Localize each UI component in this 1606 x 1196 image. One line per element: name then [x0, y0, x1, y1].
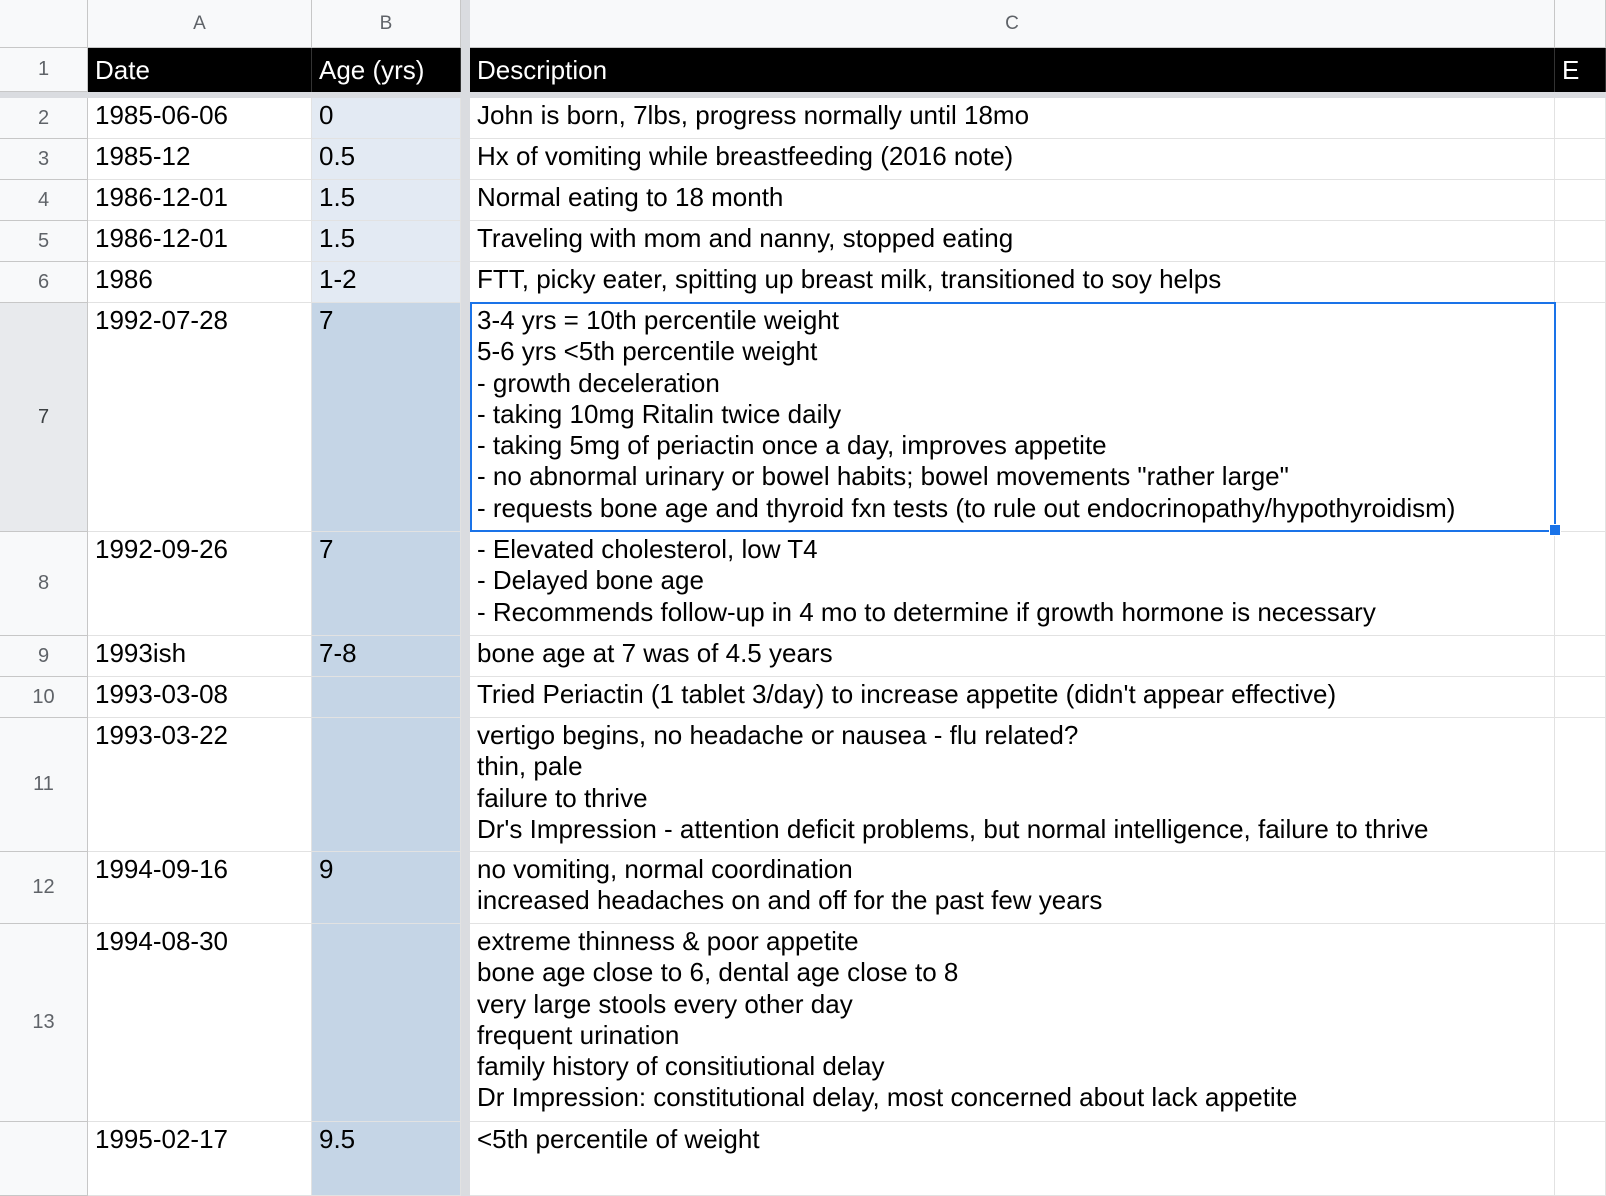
next-column-cell[interactable] [1555, 1122, 1606, 1196]
age-cell[interactable]: 1-2 [312, 262, 461, 303]
age-cell[interactable]: 7-8 [312, 636, 461, 677]
row-header[interactable]: 8 [0, 532, 88, 636]
row-header[interactable]: 5 [0, 221, 88, 262]
header-age[interactable]: Age (yrs) [312, 48, 461, 92]
column-header-c[interactable]: C [470, 0, 1555, 48]
next-column-cell[interactable] [1555, 852, 1606, 924]
row-header[interactable]: 9 [0, 636, 88, 677]
age-cell[interactable]: 9 [312, 852, 461, 924]
next-column-cell[interactable] [1555, 139, 1606, 180]
age-cell[interactable] [312, 924, 461, 1122]
date-cell[interactable]: 1992-09-26 [88, 532, 312, 636]
next-column-cell[interactable] [1555, 262, 1606, 303]
row-header[interactable]: 11 [0, 718, 88, 852]
description-cell[interactable]: FTT, picky eater, spitting up breast mil… [470, 262, 1555, 303]
next-column-cell[interactable] [1555, 677, 1606, 718]
description-cell[interactable]: Traveling with mom and nanny, stopped ea… [470, 221, 1555, 262]
header-next-column[interactable]: E [1555, 48, 1606, 92]
description-cell[interactable]: bone age at 7 was of 4.5 years [470, 636, 1555, 677]
description-cell[interactable]: Hx of vomiting while breastfeeding (2016… [470, 139, 1555, 180]
next-column-cell[interactable] [1555, 718, 1606, 852]
age-cell[interactable] [312, 677, 461, 718]
date-cell[interactable]: 1995-02-17 [88, 1122, 312, 1196]
date-cell[interactable]: 1994-08-30 [88, 924, 312, 1122]
date-cell[interactable]: 1993-03-22 [88, 718, 312, 852]
row-header[interactable]: 6 [0, 262, 88, 303]
row-header[interactable]: 13 [0, 924, 88, 1122]
description-cell[interactable]: extreme thinness & poor appetite bone ag… [470, 924, 1555, 1122]
row-header[interactable]: 7 [0, 303, 88, 532]
description-cell[interactable]: <5th percentile of weight [470, 1122, 1555, 1196]
spreadsheet-grid[interactable]: A B C 1 Date Age (yrs) Description E 2 19… [0, 0, 1606, 1196]
age-cell[interactable]: 0.5 [312, 139, 461, 180]
frozen-column-divider[interactable] [461, 0, 470, 1196]
age-cell[interactable]: 0 [312, 98, 461, 139]
age-cell[interactable]: 9.5 [312, 1122, 461, 1196]
select-all-corner[interactable] [0, 0, 88, 48]
date-cell[interactable]: 1992-07-28 [88, 303, 312, 532]
row-header-1[interactable]: 1 [0, 48, 88, 92]
age-cell[interactable] [312, 718, 461, 852]
age-cell[interactable]: 7 [312, 303, 461, 532]
date-cell[interactable]: 1994-09-16 [88, 852, 312, 924]
description-cell[interactable]: Tried Periactin (1 tablet 3/day) to incr… [470, 677, 1555, 718]
next-column-cell[interactable] [1555, 636, 1606, 677]
row-header[interactable]: 2 [0, 98, 88, 139]
row-header[interactable] [0, 1122, 88, 1196]
row-header[interactable]: 10 [0, 677, 88, 718]
description-cell[interactable]: - Elevated cholesterol, low T4 - Delayed… [470, 532, 1555, 636]
date-cell[interactable]: 1985-06-06 [88, 98, 312, 139]
row-header[interactable]: 3 [0, 139, 88, 180]
description-cell[interactable]: no vomiting, normal coordination increas… [470, 852, 1555, 924]
description-cell[interactable]: 3-4 yrs = 10th percentile weight 5-6 yrs… [470, 303, 1555, 532]
next-column-cell[interactable] [1555, 532, 1606, 636]
description-cell[interactable]: Normal eating to 18 month [470, 180, 1555, 221]
row-header[interactable]: 12 [0, 852, 88, 924]
date-cell[interactable]: 1993ish [88, 636, 312, 677]
age-cell[interactable]: 1.5 [312, 180, 461, 221]
description-cell[interactable]: John is born, 7lbs, progress normally un… [470, 98, 1555, 139]
header-description[interactable]: Description [470, 48, 1555, 92]
next-column-cell[interactable] [1555, 98, 1606, 139]
description-cell[interactable]: vertigo begins, no headache or nausea - … [470, 718, 1555, 852]
next-column-cell[interactable] [1555, 180, 1606, 221]
date-cell[interactable]: 1986-12-01 [88, 180, 312, 221]
next-column-cell[interactable] [1555, 221, 1606, 262]
column-header-d[interactable] [1555, 0, 1606, 48]
next-column-cell[interactable] [1555, 303, 1606, 532]
age-cell[interactable]: 7 [312, 532, 461, 636]
fill-handle[interactable] [1549, 524, 1561, 536]
date-cell[interactable]: 1986-12-01 [88, 221, 312, 262]
date-cell[interactable]: 1985-12 [88, 139, 312, 180]
column-header-a[interactable]: A [88, 0, 312, 48]
age-cell[interactable]: 1.5 [312, 221, 461, 262]
header-date[interactable]: Date [88, 48, 312, 92]
column-header-b[interactable]: B [312, 0, 461, 48]
date-cell[interactable]: 1993-03-08 [88, 677, 312, 718]
next-column-cell[interactable] [1555, 924, 1606, 1122]
row-header[interactable]: 4 [0, 180, 88, 221]
date-cell[interactable]: 1986 [88, 262, 312, 303]
